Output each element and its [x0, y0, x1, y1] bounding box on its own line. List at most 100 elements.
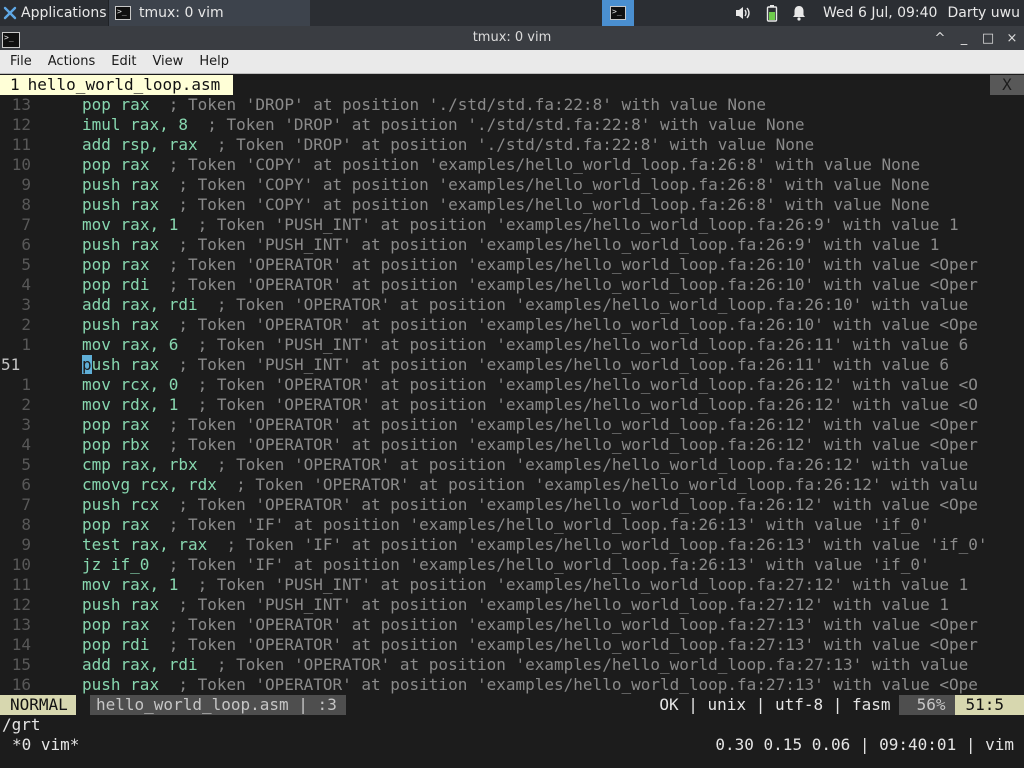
instruction: pop	[82, 435, 111, 454]
menu-view[interactable]: View	[142, 54, 189, 69]
instruction: push	[82, 235, 121, 254]
menu-edit[interactable]: Edit	[101, 54, 142, 69]
operands: rdi	[120, 275, 150, 294]
code-text: pop rdi ; Token 'OPERATOR' at position '…	[82, 275, 978, 295]
maximize-button[interactable]: □	[976, 26, 1000, 50]
code-line[interactable]: 3 pop rax ; Token 'OPERATOR' at position …	[0, 415, 1024, 435]
code-line[interactable]: 12 imul rax, 8 ; Token 'DROP' at position…	[0, 115, 1024, 135]
operands: rax	[120, 415, 150, 434]
vim-tab-active[interactable]: 1 hello_world_loop.asm	[0, 75, 234, 95]
code-line[interactable]: 13 pop rax ; Token 'DROP' at position './…	[0, 95, 1024, 115]
code-line[interactable]: 16 push rax ; Token 'OPERATOR' at positio…	[0, 675, 1024, 695]
tmux-window-label[interactable]: *0 vim*	[12, 735, 79, 755]
operands: rax	[130, 595, 160, 614]
minimize-button[interactable]: _	[952, 26, 976, 50]
operands: rax	[130, 675, 160, 694]
code-line[interactable]: 8 pop rax ; Token 'IF' at position 'examp…	[0, 515, 1024, 535]
line-number: 8	[21, 515, 31, 534]
comment: ; Token 'DROP' at position './std/std.fa…	[168, 95, 766, 114]
code-line[interactable]: 15 add rax, rdi ; Token 'OPERATOR' at pos…	[0, 655, 1024, 675]
vim-buffer[interactable]: 13 pop rax ; Token 'DROP' at position './…	[0, 95, 1024, 695]
shade-button[interactable]: ^	[928, 26, 952, 50]
panel-user[interactable]: Darty uwu	[947, 5, 1020, 21]
window-title: tmux: 0 vim	[472, 30, 552, 45]
code-line[interactable]: 4 pop rbx ; Token 'OPERATOR' at position …	[0, 435, 1024, 455]
code-line[interactable]: 6 cmovg rcx, rdx ; Token 'OPERATOR' at po…	[0, 475, 1024, 495]
operands: rax	[120, 155, 150, 174]
instruction: pop	[82, 415, 111, 434]
code-line[interactable]: 12 push rax ; Token 'PUSH_INT' at positio…	[0, 595, 1024, 615]
instruction: cmovg	[82, 475, 131, 494]
code-line[interactable]: 7 push rcx ; Token 'OPERATOR' at position…	[0, 495, 1024, 515]
code-text: add rsp, rax ; Token 'DROP' at position …	[82, 135, 814, 155]
comment: ; Token 'IF' at position 'examples/hello…	[168, 515, 930, 534]
taskbar-item-label: tmux: 0 vim	[139, 5, 224, 21]
instruction: mov	[82, 335, 111, 354]
operands: rax, rdi	[120, 295, 198, 314]
line-number: 8	[21, 195, 31, 214]
code-line[interactable]: 9 test rax, rax ; Token 'IF' at position …	[0, 535, 1024, 555]
code-text: pop rax ; Token 'DROP' at position './st…	[82, 95, 766, 115]
line-number: 15	[11, 655, 31, 674]
code-line[interactable]: 1 mov rcx, 0 ; Token 'OPERATOR' at positi…	[0, 375, 1024, 395]
operands: rax, 6	[120, 335, 179, 354]
volume-icon[interactable]	[734, 5, 752, 21]
operands: rdx, 1	[120, 395, 179, 414]
terminal-area[interactable]: 1 hello_world_loop.asm X 13 pop rax ; Toke…	[0, 75, 1024, 768]
code-line[interactable]: 7 mov rax, 1 ; Token 'PUSH_INT' at positi…	[0, 215, 1024, 235]
comment: ; Token 'OPERATOR' at position 'examples…	[178, 675, 978, 694]
close-button[interactable]: ×	[1000, 26, 1024, 50]
menu-help[interactable]: Help	[189, 54, 235, 69]
code-line[interactable]: 11 mov rax, 1 ; Token 'PUSH_INT' at posit…	[0, 575, 1024, 595]
code-line[interactable]: 10 jz if_0 ; Token 'IF' at position 'exam…	[0, 555, 1024, 575]
comment: ; Token 'OPERATOR' at position 'examples…	[168, 415, 978, 434]
code-line[interactable]: 13 pop rax ; Token 'OPERATOR' at position…	[0, 615, 1024, 635]
vim-tab-close-button[interactable]: X	[990, 75, 1024, 95]
menu-actions[interactable]: Actions	[38, 54, 102, 69]
code-line[interactable]: 1 mov rax, 6 ; Token 'PUSH_INT' at positi…	[0, 335, 1024, 355]
code-line[interactable]: 5 pop rax ; Token 'OPERATOR' at position …	[0, 255, 1024, 275]
code-line[interactable]: 51 push rax ; Token 'PUSH_INT' at positio…	[0, 355, 1024, 375]
menu-file[interactable]: File	[0, 54, 38, 69]
line-number: 7	[21, 215, 31, 234]
bell-icon[interactable]	[792, 5, 806, 21]
instruction: mov	[82, 395, 111, 414]
window-titlebar[interactable]: >_ tmux: 0 vim ^ _ □ ×	[0, 26, 1024, 50]
code-line[interactable]: 10 pop rax ; Token 'COPY' at position 'ex…	[0, 155, 1024, 175]
applications-menu[interactable]: Applications	[0, 0, 107, 26]
code-line[interactable]: 3 add rax, rdi ; Token 'OPERATOR' at posi…	[0, 295, 1024, 315]
taskbar-item-tmux[interactable]: >_ tmux: 0 vim	[108, 0, 310, 26]
code-line[interactable]: 2 mov rdx, 1 ; Token 'OPERATOR' at positi…	[0, 395, 1024, 415]
taskbar-active-window[interactable]: >_	[602, 0, 634, 26]
code-line[interactable]: 5 cmp rax, rbx ; Token 'OPERATOR' at posi…	[0, 455, 1024, 475]
instruction: mov	[82, 375, 111, 394]
code-line[interactable]: 11 add rsp, rax ; Token 'DROP' at positio…	[0, 135, 1024, 155]
instruction-rest: ush	[91, 355, 121, 374]
battery-icon[interactable]	[766, 4, 778, 22]
comment: ; Token 'PUSH_INT' at position 'examples…	[178, 235, 940, 254]
operands: rax, rbx	[120, 455, 198, 474]
instruction: test	[82, 535, 121, 554]
comment: ; Token 'DROP' at position './std/std.fa…	[207, 115, 805, 134]
comment: ; Token 'OPERATOR' at position 'examples…	[168, 435, 978, 454]
comment: ; Token 'COPY' at position 'examples/hel…	[178, 175, 930, 194]
vim-command-line[interactable]: /grt	[0, 715, 1024, 735]
line-number: 51	[1, 355, 21, 374]
code-line[interactable]: 14 pop rdi ; Token 'OPERATOR' at position…	[0, 635, 1024, 655]
operands: rax	[130, 355, 160, 374]
comment: ; Token 'COPY' at position 'examples/hel…	[168, 155, 921, 174]
code-line[interactable]: 4 pop rdi ; Token 'OPERATOR' at position …	[0, 275, 1024, 295]
comment: ; Token 'OPERATOR' at position 'examples…	[178, 315, 978, 334]
code-text: pop rax ; Token 'COPY' at position 'exam…	[82, 155, 920, 175]
comment: ; Token 'OPERATOR' at position 'examples…	[197, 375, 978, 394]
code-line[interactable]: 6 push rax ; Token 'PUSH_INT' at position…	[0, 235, 1024, 255]
vim-mode-indicator: NORMAL	[0, 695, 76, 715]
code-text: cmp rax, rbx ; Token 'OPERATOR' at posit…	[82, 455, 968, 475]
code-line[interactable]: 8 push rax ; Token 'COPY' at position 'ex…	[0, 195, 1024, 215]
code-line[interactable]: 9 push rax ; Token 'COPY' at position 'ex…	[0, 175, 1024, 195]
code-line[interactable]: 2 push rax ; Token 'OPERATOR' at position…	[0, 315, 1024, 335]
line-number: 10	[11, 155, 31, 174]
instruction: pop	[82, 615, 111, 634]
panel-clock[interactable]: Wed 6 Jul, 09:40	[823, 5, 937, 21]
vim-status-percent: 56%	[898, 695, 956, 715]
